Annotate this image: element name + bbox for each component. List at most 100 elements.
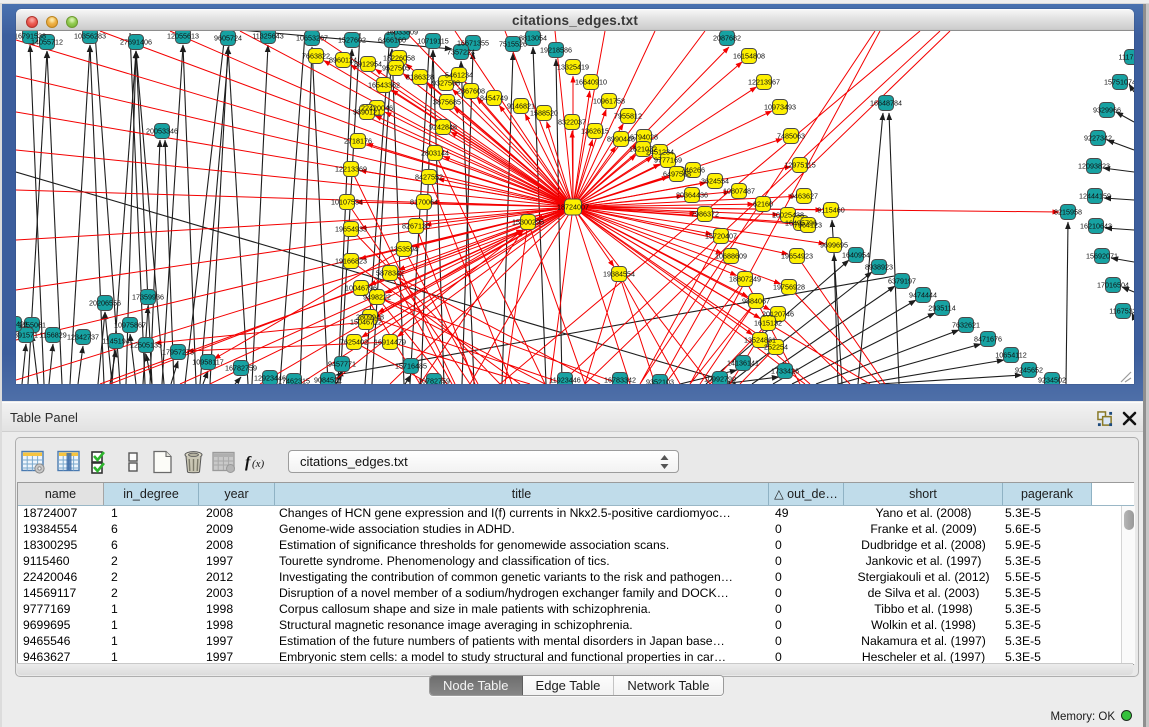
svg-text:6466160: 6466160 [378,35,406,44]
svg-text:9245652: 9245652 [1015,365,1043,374]
svg-text:10961758: 10961758 [593,96,625,105]
svg-text:9242848: 9242848 [429,122,457,131]
svg-text:19654923: 19654923 [781,251,813,260]
svg-text:391571: 391571 [16,330,38,339]
svg-text:f: f [245,454,252,471]
svg-text:12213369: 12213369 [335,164,367,173]
svg-text:19654933: 19654933 [335,224,367,233]
svg-text:10654112: 10654112 [995,350,1026,359]
svg-text:10688609: 10688609 [715,251,747,260]
svg-text:15300295: 15300295 [512,217,544,226]
svg-text:9605724: 9605724 [214,33,242,42]
svg-text:9498222: 9498222 [363,292,391,301]
svg-text:8912954: 8912954 [354,59,382,68]
svg-text:7663822: 7663822 [302,51,330,60]
svg-text:15751074: 15751074 [1104,77,1134,86]
svg-text:17359936: 17359936 [132,292,164,301]
svg-text:20206556: 20206556 [89,298,121,307]
svg-text:7986372: 7986372 [691,209,719,218]
svg-text:8322037: 8322037 [558,117,586,126]
svg-text:7632621: 7632621 [952,320,980,329]
svg-text:10958117: 10958117 [192,357,223,366]
svg-text:15716485: 15716485 [395,361,427,370]
svg-text:16640910: 16640910 [575,77,607,86]
svg-text:12505135: 12505135 [130,340,162,349]
svg-text:10807487: 10807487 [723,186,755,195]
svg-text:1167533: 1167533 [1109,306,1134,315]
svg-text:18807249: 18807249 [729,274,761,283]
svg-text:8267130: 8267130 [402,221,430,230]
svg-text:7357224: 7357224 [447,47,475,56]
svg-text:12444159: 12444159 [1079,191,1111,200]
svg-text:5878342: 5878342 [376,268,404,277]
svg-text:19756928: 19756928 [773,282,805,291]
svg-text:9777169: 9777169 [654,155,682,164]
svg-text:6497568: 6497568 [663,169,691,178]
svg-text:12055613: 12055613 [167,31,199,40]
svg-text:10356283: 10356283 [74,31,106,40]
svg-text:9100421: 9100421 [16,319,28,328]
svg-text:10992790: 10992790 [704,374,736,383]
svg-text:19384554: 19384554 [603,269,635,278]
svg-text:10975867: 10975867 [114,320,146,329]
svg-text:8960124: 8960124 [329,55,357,64]
svg-text:7955812: 7955812 [614,111,642,120]
svg-text:1615132: 1615132 [754,318,782,327]
svg-text:2803144: 2803144 [421,148,449,157]
svg-text:9329966: 9329966 [1093,105,1121,114]
svg-text:15720407: 15720407 [705,231,737,240]
svg-text:9474444: 9474444 [909,290,937,299]
svg-text:1588520: 1588520 [530,108,558,117]
svg-text:20364436: 20364436 [676,190,708,199]
svg-text:8427552: 8427552 [415,172,443,181]
svg-text:62160: 62160 [753,199,773,208]
svg-text:9234502: 9234502 [1038,375,1066,384]
svg-text:19166823: 19166823 [335,256,367,265]
svg-text:8813054: 8813054 [519,33,547,42]
svg-text:19218586: 19218586 [540,45,572,54]
svg-text:10719115: 10719115 [417,36,448,45]
svg-text:10973493: 10973493 [764,102,796,111]
svg-text:1353594: 1353594 [390,244,418,253]
svg-text:6794028: 6794028 [630,132,658,141]
svg-text:1156829: 1156829 [39,330,66,339]
svg-text:10653267: 10653267 [296,33,328,42]
svg-text:14136141: 14136141 [727,358,759,367]
svg-text:1527602: 1527602 [338,35,366,44]
svg-text:14055712: 14055712 [31,37,63,46]
svg-text:9115460: 9115460 [817,205,844,214]
svg-text:18724007: 18724007 [557,202,589,211]
svg-text:9457771: 9457771 [328,359,356,368]
svg-text:10107554: 10107554 [331,197,363,206]
svg-text:9699695: 9699695 [820,240,848,249]
svg-text:27691406: 27691406 [120,37,152,46]
svg-text:16671355: 16671355 [457,38,489,47]
svg-text:16782759: 16782759 [225,363,257,372]
svg-text:15692071: 15692071 [1086,251,1118,260]
svg-text:1362615: 1362615 [581,126,609,135]
svg-text:12213967: 12213967 [748,77,780,86]
svg-text:9463627: 9463627 [790,191,818,200]
svg-text:11923446: 11923446 [549,375,580,384]
svg-text:2935114: 2935114 [928,303,955,312]
svg-text:1733426: 1733426 [771,366,799,375]
svg-text:5461234: 5461234 [445,70,473,79]
svg-text:9527505: 9527505 [382,63,410,72]
svg-text:12093823: 12093823 [1078,161,1110,170]
svg-text:2087682: 2087682 [713,33,741,42]
svg-text:16914479: 16914479 [374,337,406,346]
svg-text:9884067: 9884067 [742,296,770,305]
svg-text:3875685: 3875685 [433,97,461,106]
svg-text:9084521: 9084521 [314,375,342,384]
svg-text:3624554: 3624554 [701,176,729,185]
svg-text:10782759: 10782759 [418,376,450,384]
svg-text:8471676: 8471676 [974,334,1002,343]
svg-text:8186328: 8186328 [406,72,434,81]
svg-text:7625402: 7625402 [340,337,368,346]
svg-text:6379197: 6379197 [888,276,916,285]
svg-text:8938923: 8938923 [865,262,893,271]
svg-text:16033809: 16033809 [386,31,418,36]
svg-text:17016504: 17016504 [1097,280,1129,289]
svg-text:16154808: 16154808 [733,51,765,60]
svg-text:10046796: 10046796 [345,283,377,292]
